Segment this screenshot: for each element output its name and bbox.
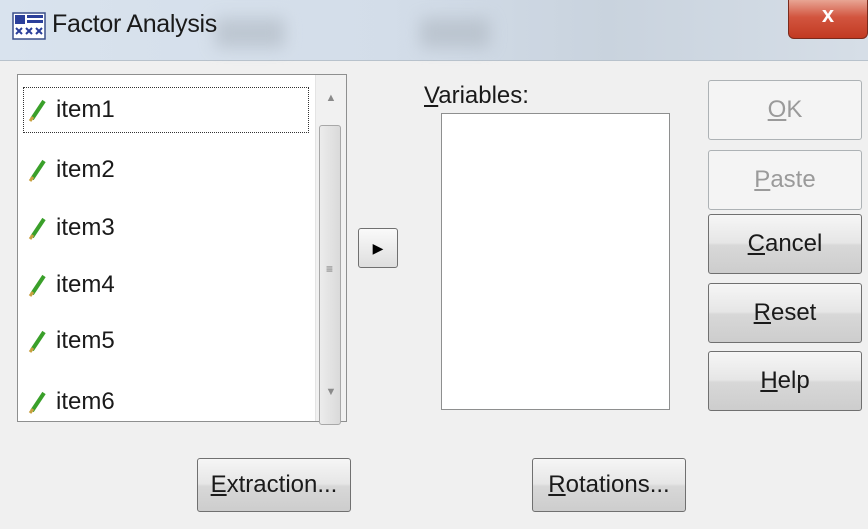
help-button[interactable]: Help — [708, 351, 862, 411]
grip-icon: ≡ — [326, 262, 334, 276]
rotations-button[interactable]: Rotations... — [532, 458, 686, 512]
list-item-label: item5 — [56, 327, 115, 354]
list-item[interactable]: item6 — [22, 378, 310, 426]
list-item[interactable]: item1 — [22, 86, 310, 134]
extraction-button[interactable]: Extraction... — [197, 458, 351, 512]
scale-variable-icon — [28, 274, 46, 297]
scale-variable-icon — [28, 391, 46, 414]
scroll-down-arrow-icon[interactable]: ▼ — [316, 377, 346, 407]
list-item[interactable]: item2 — [22, 146, 310, 194]
cancel-button[interactable]: Cancel — [708, 214, 862, 274]
list-item[interactable]: item3 — [22, 204, 310, 252]
factor-analysis-app-icon — [12, 12, 46, 40]
list-item-label: item1 — [56, 96, 115, 123]
variables-list[interactable] — [441, 113, 670, 410]
vertical-scrollbar[interactable]: ▲ ≡ ▼ — [315, 75, 346, 425]
window-title: Factor Analysis — [52, 10, 218, 38]
list-item[interactable]: item4 — [22, 261, 310, 309]
title-bar: Factor Analysis x — [0, 0, 868, 61]
scale-variable-icon — [28, 330, 46, 353]
close-button[interactable]: x — [788, 0, 868, 39]
blurred-region — [420, 18, 490, 48]
blurred-region — [215, 18, 285, 48]
list-item-label: item2 — [56, 156, 115, 183]
list-item[interactable]: item5 — [22, 317, 310, 365]
source-variable-list[interactable]: item1 item2 item3 item4 item5 item6 ▲ ≡ … — [17, 74, 347, 425]
paste-button[interactable]: Paste — [708, 150, 862, 210]
scale-variable-icon — [28, 217, 46, 240]
list-item-label: item3 — [56, 214, 115, 241]
variables-label: Variables: — [424, 82, 529, 109]
right-arrow-icon: ▶ — [372, 240, 384, 256]
list-item-label: item4 — [56, 271, 115, 298]
ok-button[interactable]: OK — [708, 80, 862, 140]
reset-button[interactable]: Reset — [708, 283, 862, 343]
move-to-variables-button[interactable]: ▶ — [358, 228, 398, 268]
list-item-label: item6 — [56, 388, 115, 415]
scale-variable-icon — [28, 159, 46, 182]
scroll-up-arrow-icon[interactable]: ▲ — [316, 83, 346, 113]
scale-variable-icon — [28, 99, 46, 122]
